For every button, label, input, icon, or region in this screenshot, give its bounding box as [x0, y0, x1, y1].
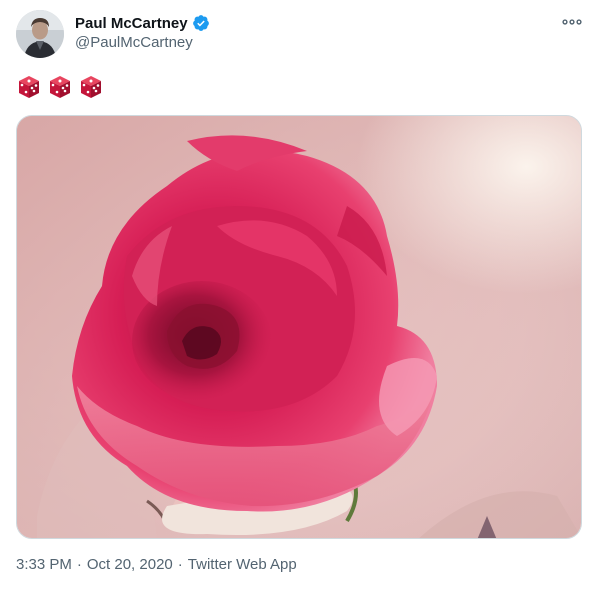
- tweet-card: Paul McCartney @PaulMcCartney 3:33 PM · …: [0, 0, 598, 589]
- verified-badge-icon: [192, 14, 210, 32]
- author-handle[interactable]: @PaulMcCartney: [75, 34, 193, 51]
- rose-photo: [17, 116, 581, 538]
- tweet-source[interactable]: Twitter Web App: [188, 556, 297, 573]
- game-die-icon: [47, 74, 73, 100]
- tweet-time[interactable]: 3:33 PM: [16, 556, 72, 573]
- author-name-row[interactable]: Paul McCartney: [75, 13, 210, 33]
- display-name[interactable]: Paul McCartney: [75, 15, 188, 32]
- more-options-icon: [562, 19, 582, 25]
- avatar[interactable]: [16, 10, 64, 58]
- tweet-metadata: 3:33 PM · Oct 20, 2020 · Twitter Web App: [16, 556, 297, 573]
- more-options-button[interactable]: [560, 12, 584, 32]
- separator: ·: [177, 556, 183, 573]
- tweet-text: [16, 72, 104, 102]
- game-die-icon: [78, 74, 104, 100]
- tweet-photo[interactable]: [16, 115, 582, 539]
- tweet-date[interactable]: Oct 20, 2020: [87, 556, 173, 573]
- game-die-icon: [16, 74, 42, 100]
- separator: ·: [76, 556, 82, 573]
